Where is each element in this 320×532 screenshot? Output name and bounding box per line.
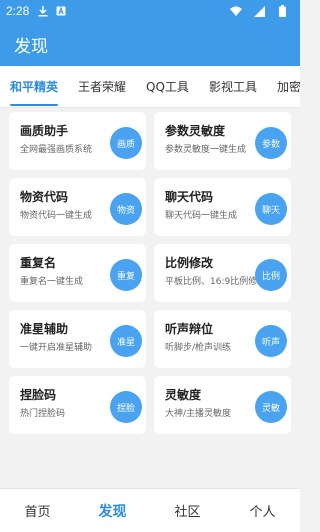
nav-community[interactable]: 社区	[150, 501, 225, 520]
card-badge[interactable]: 捏脸	[110, 391, 142, 423]
card-desc: 参数灵敏度一键生成	[165, 145, 247, 155]
card-sensitivity[interactable]: 灵敏度 大神/主播灵敏度 灵敏	[154, 376, 291, 434]
nav-discover[interactable]: 发现	[75, 501, 150, 521]
card-desc: 一键开启准星辅助	[20, 343, 93, 353]
card-badge[interactable]: 参数	[255, 127, 287, 159]
card-badge[interactable]: 物资	[110, 193, 142, 225]
category-tabs: 和平精英 王者荣耀 QQ工具 影视工具 加密工	[0, 66, 300, 108]
card-quality-helper[interactable]: 画质助手 全网最强画质系统 画质	[9, 112, 146, 170]
card-desc: 听脚步/枪声训练	[165, 343, 232, 353]
card-badge[interactable]: 听声	[255, 325, 287, 357]
card-crosshair-assist[interactable]: 准星辅助 一键开启准星辅助 准星	[9, 310, 146, 368]
tool-grid: 画质助手 全网最强画质系统 画质 参数灵敏度 参数灵敏度一键生成 参数 物资代码…	[9, 112, 291, 434]
tab-peace-elite[interactable]: 和平精英	[0, 66, 68, 107]
bottom-nav: 首页 发现 社区 个人	[0, 488, 300, 532]
card-badge[interactable]: 灵敏	[255, 391, 287, 423]
card-desc: 热门捏脸码	[20, 409, 66, 419]
card-desc: 重复名一键生成	[20, 277, 84, 287]
signal-icon	[253, 5, 265, 17]
wifi-icon	[230, 5, 242, 17]
card-desc: 全网最强画质系统	[20, 145, 93, 155]
tab-video-tools[interactable]: 影视工具	[199, 66, 267, 107]
tab-qq-tools[interactable]: QQ工具	[136, 66, 199, 107]
card-ratio-modify[interactable]: 比例修改 平板比例、16:9比例修改 比例	[154, 244, 291, 302]
status-bar: 2:28	[0, 0, 300, 22]
notification-a-icon	[55, 5, 67, 17]
card-parameter-sensitivity[interactable]: 参数灵敏度 参数灵敏度一键生成 参数	[154, 112, 291, 170]
card-badge[interactable]: 画质	[110, 127, 142, 159]
app-bar: 发现	[0, 22, 300, 66]
download-icon	[37, 5, 49, 17]
card-desc: 大神/主播灵敏度	[165, 409, 232, 419]
card-face-code[interactable]: 捏脸码 热门捏脸码 捏脸	[9, 376, 146, 434]
tab-honor-of-kings[interactable]: 王者荣耀	[68, 66, 136, 107]
card-badge[interactable]: 准星	[110, 325, 142, 357]
card-desc: 物资代码一键生成	[20, 211, 93, 221]
nav-home[interactable]: 首页	[0, 501, 75, 520]
card-badge[interactable]: 重复	[110, 259, 142, 291]
status-time: 2:28	[6, 4, 30, 18]
nav-profile[interactable]: 个人	[225, 501, 300, 520]
card-desc: 平板比例、16:9比例修改	[165, 277, 261, 287]
tab-encryption-tools[interactable]: 加密工	[267, 66, 300, 107]
card-duplicate-name[interactable]: 重复名 重复名一键生成 重复	[9, 244, 146, 302]
page-title: 发现	[14, 36, 48, 57]
card-badge[interactable]: 比例	[255, 259, 287, 291]
card-desc: 聊天代码一键生成	[165, 211, 238, 221]
card-chat-code[interactable]: 聊天代码 聊天代码一键生成 聊天	[154, 178, 291, 236]
card-sound-locate[interactable]: 听声辩位 听脚步/枪声训练 听声	[154, 310, 291, 368]
battery-icon	[276, 5, 288, 17]
card-supply-code[interactable]: 物资代码 物资代码一键生成 物资	[9, 178, 146, 236]
card-badge[interactable]: 聊天	[255, 193, 287, 225]
